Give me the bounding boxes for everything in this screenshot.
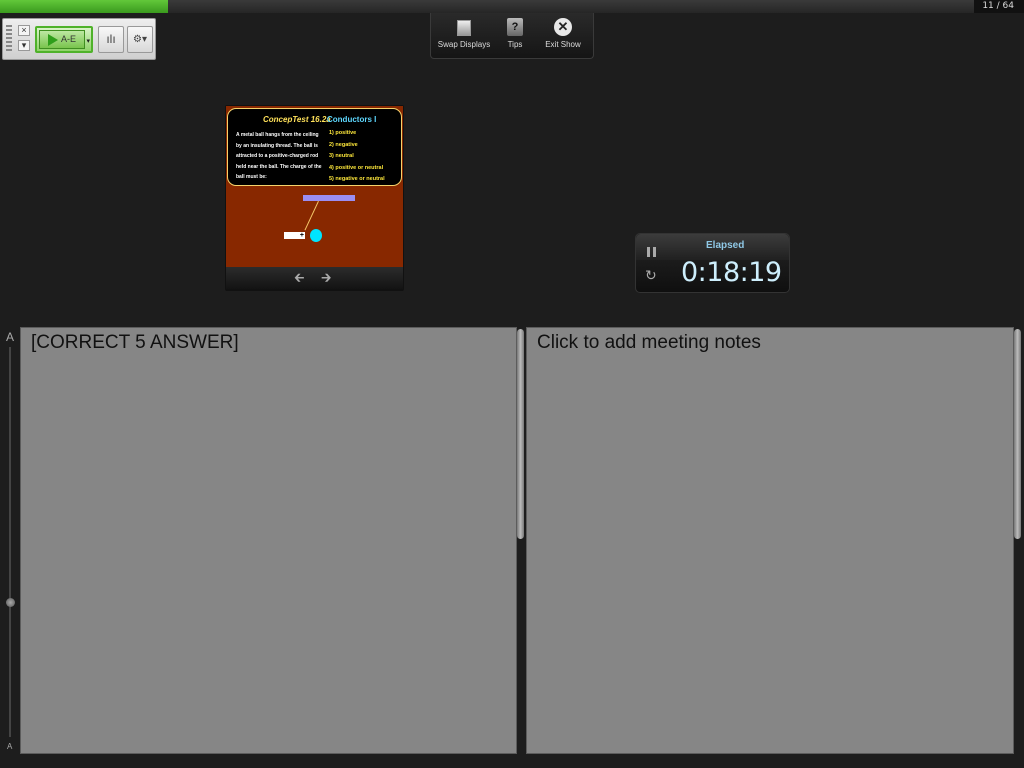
timer-label: Elapsed	[706, 240, 745, 251]
slide-question-box: ConcepTest 16.2a Conductors I A metal ba…	[227, 108, 402, 186]
tips-button[interactable]: ? Tips	[488, 18, 542, 49]
toolbar-close-button[interactable]: ×	[18, 25, 30, 36]
gear-icon: ⚙▾	[133, 34, 147, 45]
slide-answer-option: 1) positive	[329, 130, 357, 136]
progress-fill	[0, 0, 168, 13]
slide-subtitle: Conductors I	[327, 115, 377, 124]
slide-answer-option: 2) negative	[329, 141, 358, 148]
slide-answer-option: 3) neutral	[329, 153, 354, 159]
slide-canvas: ConcepTest 16.2a Conductors I A metal ba…	[226, 106, 403, 267]
slide-question-text: A metal ball hangs from the ceiling by a…	[236, 132, 322, 180]
meeting-notes-scrollbar[interactable]	[1014, 329, 1021, 539]
charged-rod: +	[284, 232, 305, 239]
bar-chart-icon: ılı	[106, 32, 116, 46]
presenter-view: 11 / 64 × ▾ A-E ▾ ılı ⚙▾ Swap Displays ?…	[0, 0, 1024, 768]
slide-answer-option: 4) positive or neutral	[329, 164, 384, 171]
font-size-track[interactable]	[9, 347, 11, 737]
insulating-thread	[304, 201, 319, 231]
presenter-top-menu: Swap Displays ? Tips ✕ Exit Show	[430, 13, 594, 59]
slide-answer-option: 5) negative or neutral	[329, 176, 385, 182]
swap-displays-label: Swap Displays	[437, 40, 491, 49]
ceiling-rod	[303, 195, 355, 201]
presenter-notes-text[interactable]: [CORRECT 5 ANSWER]	[31, 332, 239, 354]
exit-icon: ✕	[554, 18, 572, 36]
start-poll-button[interactable]: A-E ▾	[35, 26, 93, 53]
toolbar-grip-handle[interactable]	[6, 25, 12, 53]
toolbar-minimize-button[interactable]: ▾	[18, 40, 30, 51]
previous-slide-arrow-icon[interactable]: 🡰	[294, 269, 305, 287]
font-size-large-icon[interactable]: A	[6, 330, 14, 344]
tips-label: Tips	[507, 40, 523, 49]
elapsed-timer: Elapsed ↻ 0:18:19	[635, 233, 790, 293]
results-chart-button[interactable]: ılı	[98, 26, 124, 53]
poll-mode-label: A-E	[61, 34, 77, 44]
settings-button[interactable]: ⚙▾	[127, 26, 153, 53]
exit-show-button[interactable]: ✕ Exit Show	[536, 18, 590, 49]
metal-ball	[310, 229, 322, 242]
current-slide-preview: ConcepTest 16.2a Conductors I A metal ba…	[225, 105, 404, 291]
slide-progress-bar: 11 / 64	[0, 0, 1024, 13]
reset-icon[interactable]: ↻	[645, 267, 657, 284]
next-slide-arrow-icon[interactable]: 🡲	[321, 269, 332, 287]
tips-icon: ?	[507, 18, 523, 36]
exit-show-label: Exit Show	[545, 40, 581, 49]
swap-displays-button[interactable]: Swap Displays	[437, 18, 491, 49]
timer-value: 0:18:19	[681, 257, 782, 288]
pause-icon[interactable]	[647, 247, 656, 257]
start-poll-inner: A-E	[39, 30, 85, 49]
clicker-toolbar: × ▾ A-E ▾ ılı ⚙▾	[2, 18, 156, 60]
slide-title: ConcepTest 16.2a	[263, 115, 331, 124]
swap-displays-icon	[457, 20, 471, 36]
slide-nav-bar: 🡰 🡲	[226, 267, 403, 289]
font-size-rail: A A	[0, 327, 20, 754]
slide-answer-options: 1) positive 2) negative 3) neutral 4) posit…	[329, 128, 385, 186]
poll-mode-dropdown-icon[interactable]: ▾	[86, 37, 90, 45]
presenter-notes-scrollbar[interactable]	[517, 329, 524, 539]
play-icon	[48, 34, 58, 46]
slide-counter: 11 / 64	[982, 1, 1014, 11]
meeting-notes-placeholder[interactable]: Click to add meeting notes	[537, 332, 761, 354]
font-size-slider-knob[interactable]	[6, 598, 15, 607]
meeting-notes-pane[interactable]: Click to add meeting notes	[526, 327, 1014, 754]
font-size-small-icon[interactable]: A	[7, 742, 12, 751]
presenter-notes-pane[interactable]: [CORRECT 5 ANSWER]	[20, 327, 517, 754]
